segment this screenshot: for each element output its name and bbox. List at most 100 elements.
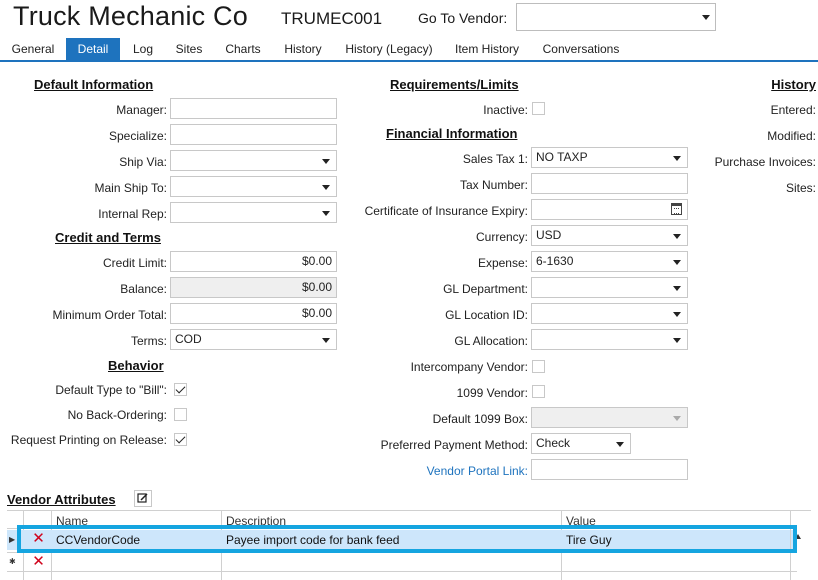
gl-department-label: GL Department: xyxy=(443,282,528,296)
behavior-title: Behavior xyxy=(108,358,164,373)
gl-department-select[interactable] xyxy=(531,277,688,298)
coi-expiry-field[interactable] xyxy=(531,199,688,220)
balance-label: Balance: xyxy=(120,282,167,296)
tab-sites[interactable]: Sites xyxy=(168,38,210,61)
new-row-icon: ✱ xyxy=(9,557,16,566)
tax-number-label: Tax Number: xyxy=(459,178,528,192)
terms-select[interactable]: COD xyxy=(170,329,337,350)
calendar-icon[interactable] xyxy=(671,203,682,215)
expense-label: Expense: xyxy=(477,256,528,270)
tab-charts[interactable]: Charts xyxy=(219,38,267,61)
sales-tax-value: NO TAXP xyxy=(536,150,588,164)
default-1099-box-select xyxy=(531,407,688,428)
currency-label: Currency: xyxy=(475,230,528,244)
gl-location-label: GL Location ID: xyxy=(445,308,528,322)
tab-history[interactable]: History xyxy=(276,38,330,61)
chevron-down-icon xyxy=(673,338,681,343)
expense-select[interactable]: 6-1630 xyxy=(531,251,688,272)
specialize-label: Specialize: xyxy=(108,129,167,143)
chevron-down-icon xyxy=(702,15,710,20)
tab-item-history[interactable]: Item History xyxy=(447,38,527,61)
table-row[interactable]: ✱ ✕ xyxy=(7,552,797,572)
default-type-label: Default Type to "Bill": xyxy=(55,383,167,397)
payment-method-select[interactable]: Check xyxy=(531,433,631,454)
chevron-down-icon xyxy=(673,312,681,317)
edit-attributes-button[interactable] xyxy=(134,490,152,507)
min-order-field[interactable]: $0.00 xyxy=(170,303,337,324)
default-type-checkbox[interactable] xyxy=(174,383,187,396)
history-title: History xyxy=(771,77,816,92)
currency-value: USD xyxy=(536,228,562,242)
chevron-down-icon xyxy=(673,156,681,161)
sales-tax-label: Sales Tax 1: xyxy=(462,152,528,166)
chevron-down-icon xyxy=(322,211,330,216)
internal-rep-label: Internal Rep: xyxy=(98,207,167,221)
history-sites-label: Sites: xyxy=(785,181,816,195)
page-title: Truck Mechanic Co xyxy=(13,1,248,31)
manager-label: Manager: xyxy=(116,103,167,117)
intercompany-label: Intercompany Vendor: xyxy=(410,360,528,374)
balance-field: $0.00 xyxy=(170,277,337,298)
request-printing-checkbox[interactable] xyxy=(174,433,187,446)
history-modified-label: Modified: xyxy=(767,129,816,143)
main-ship-to-label: Main Ship To: xyxy=(94,181,168,195)
chevron-down-icon xyxy=(673,416,681,421)
intercompany-checkbox[interactable] xyxy=(532,360,545,373)
chevron-down-icon xyxy=(673,234,681,239)
credit-limit-field[interactable]: $0.00 xyxy=(170,251,337,272)
history-entered-label: Entered: xyxy=(770,103,816,117)
no-backorder-label: No Back-Ordering: xyxy=(67,408,167,422)
credit-terms-title: Credit and Terms xyxy=(55,230,161,245)
terms-value: COD xyxy=(175,332,202,346)
vendor-portal-link[interactable]: Vendor Portal Link: xyxy=(427,464,528,478)
gl-allocation-label: GL Allocation: xyxy=(454,334,528,348)
min-order-label: Minimum Order Total: xyxy=(52,308,167,322)
gl-allocation-select[interactable] xyxy=(531,329,688,350)
tab-conversations[interactable]: Conversations xyxy=(537,38,625,61)
delete-row-icon[interactable]: ✕ xyxy=(30,554,47,571)
ship-via-label: Ship Via: xyxy=(119,155,167,169)
vendor-1099-checkbox[interactable] xyxy=(532,385,545,398)
vendor-portal-field[interactable] xyxy=(531,459,688,480)
tab-log[interactable]: Log xyxy=(124,38,162,61)
tab-history-legacy[interactable]: History (Legacy) xyxy=(339,38,439,61)
vendor-attributes-title: Vendor Attributes xyxy=(7,492,116,507)
sales-tax-select[interactable]: NO TAXP xyxy=(531,147,688,168)
selected-row-highlight xyxy=(17,525,797,553)
current-row-marker-icon: ▶ xyxy=(9,535,16,544)
gl-location-select[interactable] xyxy=(531,303,688,324)
default-info-title: Default Information xyxy=(34,77,154,92)
vendor-code: TRUMEC001 xyxy=(281,9,383,28)
specialize-field[interactable] xyxy=(170,124,337,145)
financial-title: Financial Information xyxy=(386,126,518,141)
no-backorder-checkbox[interactable] xyxy=(174,408,187,421)
payment-method-value: Check xyxy=(536,436,571,450)
tab-bar: General Detail Log Sites Charts History … xyxy=(0,38,818,62)
payment-method-label: Preferred Payment Method: xyxy=(380,438,528,452)
ship-via-select[interactable] xyxy=(170,150,337,171)
terms-label: Terms: xyxy=(131,334,167,348)
internal-rep-select[interactable] xyxy=(170,202,337,223)
inactive-label: Inactive: xyxy=(483,103,528,117)
chevron-down-icon xyxy=(322,159,330,164)
main-ship-to-select[interactable] xyxy=(170,176,337,197)
goto-vendor-label: Go To Vendor: xyxy=(418,10,508,26)
chevron-down-icon xyxy=(322,338,330,343)
requirements-title: Requirements/Limits xyxy=(390,77,519,92)
tax-number-field[interactable] xyxy=(531,173,688,194)
credit-limit-label: Credit Limit: xyxy=(102,256,167,270)
manager-field[interactable] xyxy=(170,98,337,119)
request-printing-label: Request Printing on Release: xyxy=(10,433,167,447)
chevron-down-icon xyxy=(616,442,624,447)
vendor-1099-label: 1099 Vendor: xyxy=(456,386,528,400)
chevron-down-icon xyxy=(322,185,330,190)
coi-expiry-label: Certificate of Insurance Expiry: xyxy=(364,204,528,218)
history-purchase-invoices-label: Purchase Invoices: xyxy=(714,155,816,169)
goto-vendor-select[interactable] xyxy=(516,3,716,31)
tab-detail[interactable]: Detail xyxy=(66,38,120,61)
currency-select[interactable]: USD xyxy=(531,225,688,246)
header: Truck Mechanic Co TRUMEC001 Go To Vendor… xyxy=(0,0,818,36)
inactive-checkbox[interactable] xyxy=(532,102,545,115)
tab-general[interactable]: General xyxy=(3,38,63,61)
default-1099-box-label: Default 1099 Box: xyxy=(432,412,528,426)
